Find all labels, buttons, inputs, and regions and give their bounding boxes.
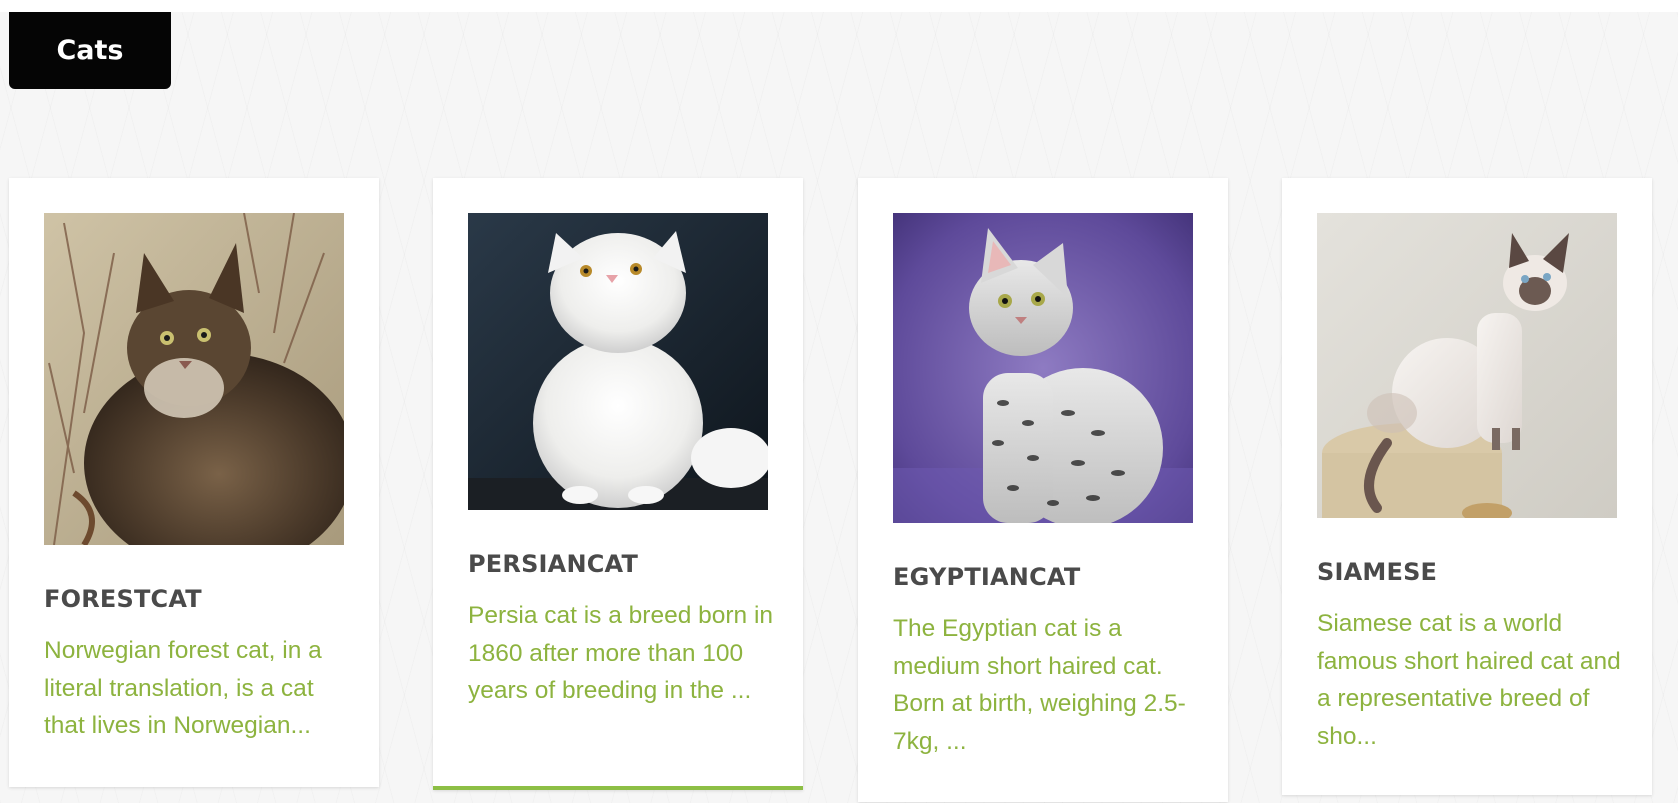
card-title: FORESTCAT [44, 585, 202, 613]
egyptian-cat-photo[interactable] [893, 213, 1193, 523]
egyptian-cat-photo-image [893, 213, 1193, 523]
card-description: Siamese cat is a world famous short hair… [1317, 610, 1621, 750]
card-title: PERSIANCAT [468, 550, 639, 578]
forest-cat-photo[interactable] [44, 213, 344, 545]
forest-cat-photo-image [44, 213, 344, 545]
siamese-cat-photo-image [1317, 213, 1617, 518]
cat-card-forestcat[interactable]: FORESTCAT Norwegian forest cat, in a lit… [9, 178, 379, 787]
cat-card-siamese[interactable]: SIAMESE Siamese cat is a world famous sh… [1282, 178, 1652, 795]
cats-tab-label: Cats [56, 35, 124, 66]
persian-cat-photo[interactable] [468, 213, 768, 510]
card-description: The Egyptian cat is a medium short haire… [893, 615, 1186, 755]
cat-card-egyptiancat[interactable]: EGYPTIANCAT The Egyptian cat is a medium… [858, 178, 1228, 802]
page-top-strip [0, 0, 1678, 12]
siamese-cat-photo[interactable] [1317, 213, 1617, 518]
persian-cat-photo-image [468, 213, 768, 510]
card-description: Persia cat is a breed born in 1860 after… [468, 602, 774, 704]
card-title: SIAMESE [1317, 558, 1438, 586]
card-description: Norwegian forest cat, in a literal trans… [44, 637, 322, 739]
card-title: EGYPTIANCAT [893, 563, 1081, 591]
cats-category-tab[interactable]: Cats [9, 12, 171, 89]
cat-card-persiancat[interactable]: PERSIANCAT Persia cat is a breed born in… [433, 178, 803, 790]
